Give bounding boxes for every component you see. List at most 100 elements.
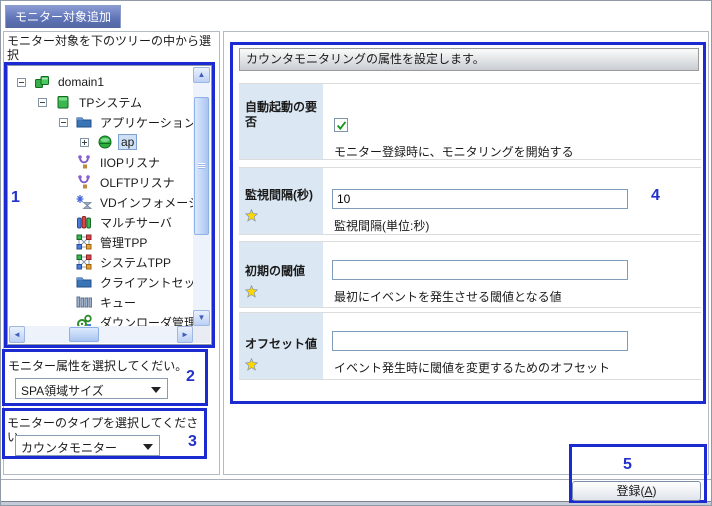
vertical-scrollbar[interactable]: ▲ ▼: [193, 67, 210, 326]
tree-item-label[interactable]: ap: [118, 134, 137, 150]
scrollbar-corner: [193, 326, 210, 343]
annotation-box-3: モニターのタイプを選択してください。 カウンタモニター 3: [2, 408, 207, 459]
check-icon: [336, 120, 347, 131]
scroll-right-button[interactable]: ►: [177, 326, 193, 343]
scroll-down-button[interactable]: ▼: [193, 310, 210, 326]
monitor-type-value: カウンタモニター: [21, 439, 117, 456]
field-row-offset: オフセット値 イベント発生時に閾値を変更するためのオフセット: [239, 312, 701, 380]
domain-icon: [34, 74, 50, 90]
attribute-select-label: モニター属性を選択してくだい。: [8, 359, 187, 373]
chevron-down-icon: [151, 387, 161, 393]
threshold-input[interactable]: [332, 260, 628, 280]
tree-item[interactable]: ap: [9, 132, 193, 152]
autostart-checkbox[interactable]: [334, 118, 348, 132]
annotation-number-2: 2: [186, 368, 195, 386]
tree-rows: domain1 TPシステムアプリケーショングルー ap IIOPリスナOLFTPリス…: [9, 67, 193, 326]
field-row-threshold: 初期の閾値 最初にイベントを発生させる閾値となる値: [239, 241, 701, 308]
register-button[interactable]: 登録(A): [572, 481, 701, 501]
settings-header-text: カウンタモニタリングの属性を設定します。: [246, 52, 485, 66]
multiserver-icon: [76, 214, 92, 230]
register-button-label-close: ): [653, 484, 657, 498]
tree-item-label[interactable]: TPシステム: [76, 93, 145, 112]
field-label-autostart: 自動起動の要否: [239, 84, 323, 159]
chevron-down-icon: [143, 444, 153, 450]
app-icon: [97, 134, 113, 150]
tree-item[interactable]: IIOPリスナ: [9, 152, 193, 172]
tree-instruction-line1: モニター対象を下のツリーの中から選択: [7, 34, 211, 62]
expander-minus-icon[interactable]: [17, 78, 26, 87]
field-label-offset: オフセット値: [239, 313, 323, 379]
field-row-autostart: 自動起動の要否 モニター登録時に、モニタリングを開始する: [239, 83, 701, 160]
offset-input[interactable]: [332, 331, 628, 351]
tree-item[interactable]: VDインフォメーション: [9, 192, 193, 212]
tree-item[interactable]: アプリケーショングルー: [9, 112, 193, 132]
tree-item-label[interactable]: domain1: [55, 74, 107, 90]
monitor-attribute-value: SPA領域サイズ: [21, 382, 104, 399]
listener-icon: [76, 154, 92, 170]
tree-item[interactable]: ダウンローダ管理サー: [9, 312, 193, 326]
monitor-add-window: モニター対象追加 モニター対象を下のツリーの中から選択 してください。 doma…: [0, 0, 712, 506]
tree-item-label[interactable]: システムTPP: [97, 253, 174, 272]
field-desc-offset: イベント発生時に閾値を変更するためのオフセット: [334, 359, 610, 376]
register-button-accesskey: A: [644, 484, 652, 498]
tree-item[interactable]: マルチサーバ: [9, 212, 193, 232]
tree-item[interactable]: TPシステム: [9, 92, 193, 112]
monitor-target-tree[interactable]: domain1 TPシステムアプリケーショングルー ap IIOPリスナOLFTPリス…: [7, 65, 212, 345]
required-star-icon: [245, 285, 319, 302]
tree-item-label[interactable]: ダウンローダ管理サー: [97, 313, 193, 327]
register-button-label: 登録(: [616, 484, 644, 498]
tree-item-label[interactable]: IIOPリスナ: [97, 153, 163, 172]
scroll-up-button[interactable]: ▲: [193, 67, 210, 83]
field-desc-interval: 監視間隔(単位:秒): [334, 217, 429, 234]
tree-item[interactable]: クライアントセッション: [9, 272, 193, 292]
annotation-number-5: 5: [623, 456, 632, 474]
tab-label: モニター対象追加: [15, 10, 111, 24]
tree-item-label[interactable]: 管理TPP: [97, 233, 150, 252]
annotation-box-2: モニター属性を選択してくだい。 SPA領域サイズ 2: [2, 349, 208, 406]
settings-header-bar: カウンタモニタリングの属性を設定します。: [239, 48, 699, 71]
downloader-icon: [76, 314, 92, 326]
tree-item-label[interactable]: マルチサーバ: [97, 213, 175, 232]
tab-add-monitor-target[interactable]: モニター対象追加: [5, 5, 121, 28]
vertical-scroll-thumb[interactable]: [194, 97, 209, 235]
tree-item-label[interactable]: キュー: [97, 293, 139, 312]
tree-item-label[interactable]: アプリケーショングルー: [97, 113, 193, 132]
tpp-icon: [76, 234, 92, 250]
tree-item-label[interactable]: クライアントセッション: [97, 273, 193, 292]
expander-minus-icon[interactable]: [38, 98, 47, 107]
tpsystem-icon: [55, 94, 71, 110]
field-name: 監視間隔(秒): [245, 188, 313, 202]
annotation-number-3: 3: [188, 433, 197, 451]
vdinfo-icon: [76, 194, 92, 210]
tree-item-label[interactable]: VDインフォメーション: [97, 193, 193, 212]
horizontal-scroll-thumb[interactable]: [69, 327, 99, 342]
field-label-interval: 監視間隔(秒): [239, 168, 323, 234]
annotation-number-1: 1: [11, 189, 20, 207]
expander-plus-icon[interactable]: [80, 138, 89, 147]
tree-item[interactable]: 管理TPP: [9, 232, 193, 252]
required-star-icon: [245, 209, 319, 226]
tree-item[interactable]: キュー: [9, 292, 193, 312]
field-desc-autostart: モニター登録時に、モニタリングを開始する: [334, 143, 574, 160]
horizontal-scrollbar[interactable]: ◄ ►: [9, 326, 193, 343]
folder-icon: [76, 114, 92, 130]
folder-icon: [76, 274, 92, 290]
monitor-type-select[interactable]: カウンタモニター: [15, 435, 160, 456]
tree-item[interactable]: システムTPP: [9, 252, 193, 272]
tree-item[interactable]: OLFTPリスナ: [9, 172, 193, 192]
field-name: 初期の閾値: [245, 264, 305, 278]
annotation-box-1: domain1 TPシステムアプリケーショングルー ap IIOPリスナOLFTPリス…: [4, 62, 215, 348]
field-row-interval: 監視間隔(秒) 監視間隔(単位:秒): [239, 167, 701, 235]
listener-icon: [76, 174, 92, 190]
field-name: オフセット値: [245, 337, 317, 351]
required-star-icon: [245, 358, 319, 375]
tree-item[interactable]: domain1: [9, 72, 193, 92]
scroll-left-button[interactable]: ◄: [9, 326, 25, 343]
field-name: 自動起動の要否: [245, 100, 317, 129]
annotation-number-4: 4: [651, 187, 660, 205]
interval-input[interactable]: [332, 189, 628, 209]
monitor-attribute-select[interactable]: SPA領域サイズ: [15, 378, 168, 399]
expander-minus-icon[interactable]: [59, 118, 68, 127]
tree-item-label[interactable]: OLFTPリスナ: [97, 173, 178, 192]
queue-icon: [76, 294, 92, 310]
